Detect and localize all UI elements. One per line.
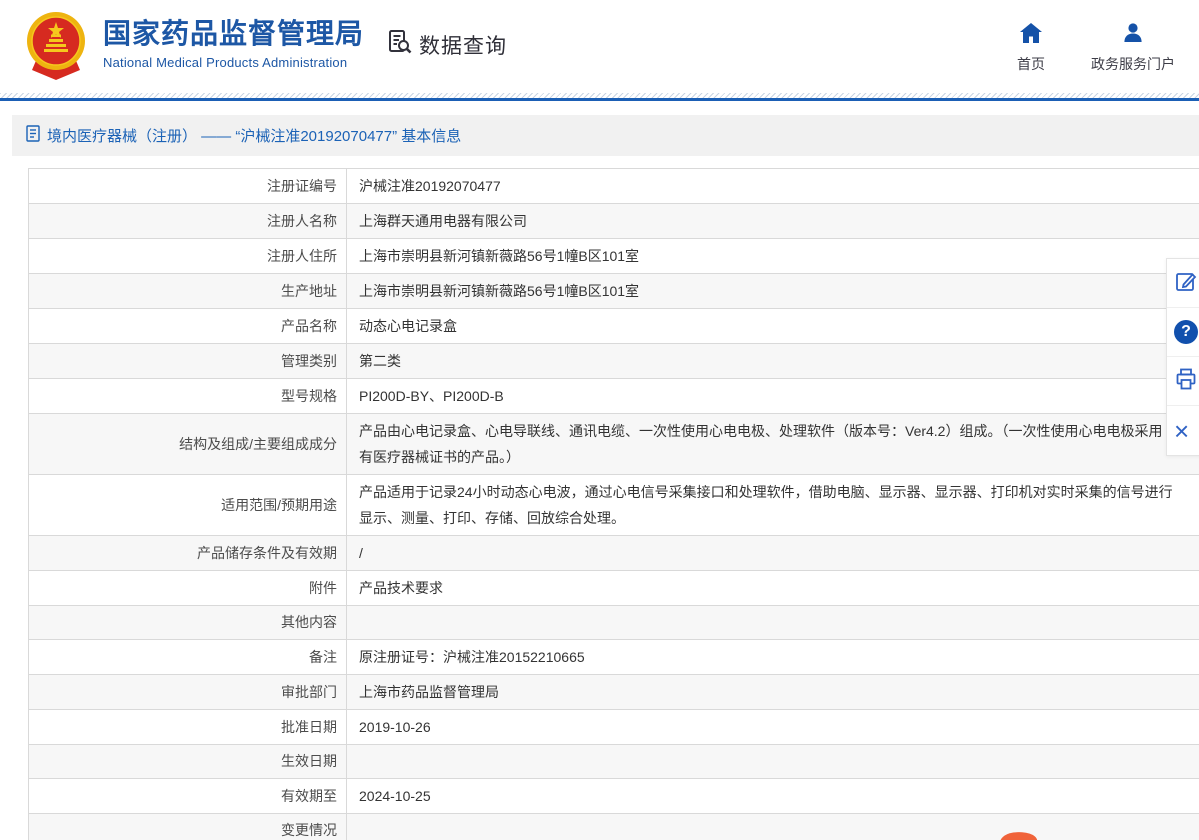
row-label: 有效期至: [29, 779, 347, 813]
close-icon: ×: [1174, 419, 1189, 443]
row-value: 产品适用于记录24小时动态心电波，通过心电信号采集接口和处理软件，借助电脑、显示…: [347, 475, 1199, 535]
row-value: [347, 745, 1199, 778]
print-icon: [1174, 367, 1198, 396]
row-label: 生产地址: [29, 274, 347, 308]
row-label: 其他内容: [29, 606, 347, 639]
row-value: 2019-10-26: [347, 710, 1199, 744]
row-value: 上海市崇明县新河镇新薇路56号1幢B区101室: [347, 239, 1199, 273]
row-label: 批准日期: [29, 710, 347, 744]
table-row: 生效日期: [29, 745, 1199, 779]
table-row: 产品储存条件及有效期 /: [29, 536, 1199, 571]
row-label: 型号规格: [29, 379, 347, 413]
top-nav: 首页 政务服务门户: [1017, 22, 1175, 74]
row-label: 产品储存条件及有效期: [29, 536, 347, 570]
row-value: 上海市药品监督管理局: [347, 675, 1199, 709]
header: 国家药品监督管理局 National Medical Products Admi…: [0, 0, 1199, 101]
row-value: 产品技术要求: [347, 571, 1199, 605]
data-query-icon: [386, 28, 413, 61]
brand-titles: 国家药品监督管理局 National Medical Products Admi…: [103, 16, 364, 70]
section-title-label: 数据查询: [419, 30, 507, 60]
table-row: 审批部门 上海市药品监督管理局: [29, 675, 1199, 710]
row-label: 审批部门: [29, 675, 347, 709]
row-label: 变更情况: [29, 814, 347, 840]
table-row: 批准日期 2019-10-26: [29, 710, 1199, 745]
row-value: 原注册证号：沪械注准20152210665: [347, 640, 1199, 674]
table-row: 备注 原注册证号：沪械注准20152210665: [29, 640, 1199, 675]
row-label: 适用范围/预期用途: [29, 475, 347, 535]
site-title-en: National Medical Products Administration: [103, 55, 364, 70]
table-row: 注册人住所 上海市崇明县新河镇新薇路56号1幢B区101室: [29, 239, 1199, 274]
row-label: 管理类别: [29, 344, 347, 378]
section-title: 数据查询: [386, 28, 507, 61]
help-button[interactable]: ?: [1167, 308, 1199, 357]
floating-toolbar: ? ×: [1166, 258, 1199, 456]
row-label: 结构及组成/主要组成成分: [29, 414, 347, 474]
row-label: 附件: [29, 571, 347, 605]
table-row: 附件 产品技术要求: [29, 571, 1199, 606]
row-value: PI200D-BY、PI200D-B: [347, 379, 1199, 413]
row-label: 备注: [29, 640, 347, 674]
row-value: 第二类: [347, 344, 1199, 378]
row-value: 动态心电记录盒: [347, 309, 1199, 343]
breadcrumb-text: 境内医疗器械（注册） —— “沪械注准20192070477” 基本信息: [47, 125, 461, 146]
breadcrumb: 境内医疗器械（注册） —— “沪械注准20192070477” 基本信息: [12, 115, 1199, 156]
document-icon: [26, 125, 40, 147]
table-row: 产品名称 动态心电记录盒: [29, 309, 1199, 344]
table-row: 其他内容: [29, 606, 1199, 640]
nav-service-portal[interactable]: 政务服务门户: [1091, 22, 1175, 74]
table-row: 型号规格 PI200D-BY、PI200D-B: [29, 379, 1199, 414]
edit-icon: [1174, 269, 1198, 298]
row-value: 2024-10-25: [347, 779, 1199, 813]
row-label: 注册人名称: [29, 204, 347, 238]
home-icon: [1019, 22, 1043, 49]
site-title-cn: 国家药品监督管理局: [103, 16, 364, 52]
nmpa-emblem-logo[interactable]: [24, 8, 88, 84]
table-row: 适用范围/预期用途 产品适用于记录24小时动态心电波，通过心电信号采集接口和处理…: [29, 475, 1199, 536]
table-row: 注册证编号 沪械注准20192070477: [29, 169, 1199, 204]
row-value: 产品由心电记录盒、心电导联线、通讯电缆、一次性使用心电电极、处理软件（版本号：V…: [347, 414, 1199, 474]
row-label: 注册证编号: [29, 169, 347, 203]
table-row: 结构及组成/主要组成成分 产品由心电记录盒、心电导联线、通讯电缆、一次性使用心电…: [29, 414, 1199, 475]
detail-table: 注册证编号 沪械注准20192070477 注册人名称 上海群天通用电器有限公司…: [28, 168, 1199, 840]
row-value: 沪械注准20192070477: [347, 169, 1199, 203]
row-value: [347, 606, 1199, 639]
row-value: [347, 814, 1199, 840]
row-label: 产品名称: [29, 309, 347, 343]
row-label: 注册人住所: [29, 239, 347, 273]
close-toolbar-button[interactable]: ×: [1167, 406, 1199, 455]
user-icon: [1121, 22, 1145, 49]
row-label: 生效日期: [29, 745, 347, 778]
table-row: 有效期至 2024-10-25: [29, 779, 1199, 814]
nav-home-label: 首页: [1017, 54, 1045, 74]
table-row: 管理类别 第二类: [29, 344, 1199, 379]
row-value: /: [347, 536, 1199, 570]
row-value: 上海市崇明县新河镇新薇路56号1幢B区101室: [347, 274, 1199, 308]
row-value: 上海群天通用电器有限公司: [347, 204, 1199, 238]
help-icon: ?: [1174, 320, 1198, 344]
nav-service-portal-label: 政务服务门户: [1091, 54, 1175, 74]
nav-home[interactable]: 首页: [1017, 22, 1045, 74]
header-blue-line: [0, 98, 1199, 101]
feedback-edit-button[interactable]: [1167, 259, 1199, 308]
table-row: 生产地址 上海市崇明县新河镇新薇路56号1幢B区101室: [29, 274, 1199, 309]
print-button[interactable]: [1167, 357, 1199, 406]
table-row: 注册人名称 上海群天通用电器有限公司: [29, 204, 1199, 239]
